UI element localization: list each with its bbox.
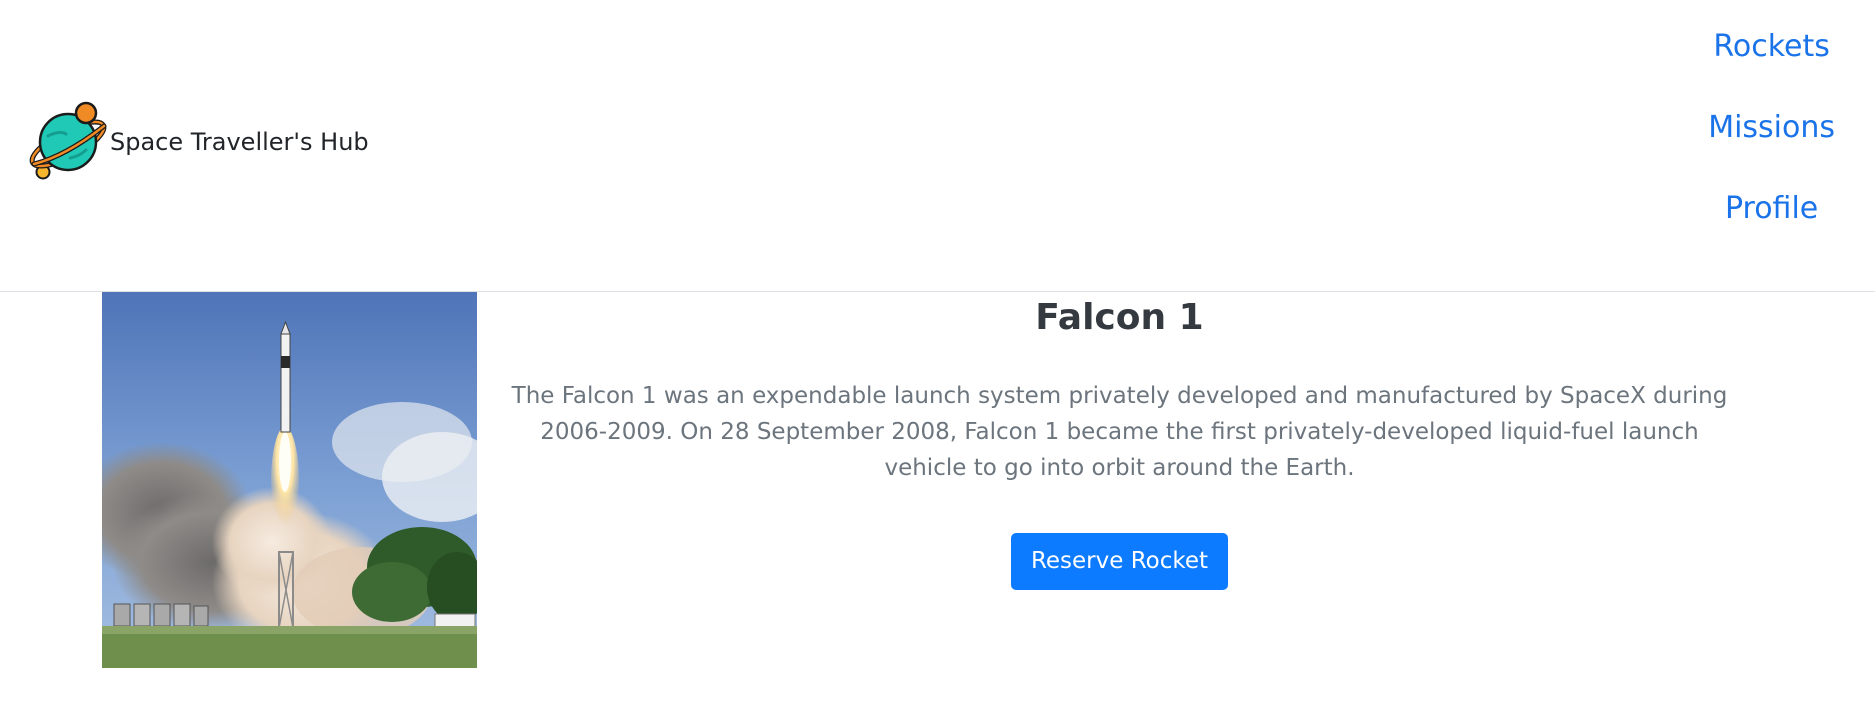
rocket-item: Falcon 1 The Falcon 1 was an expendable … xyxy=(102,292,1742,668)
rocket-description: The Falcon 1 was an expendable launch sy… xyxy=(511,383,1728,481)
planet-icon xyxy=(29,101,107,180)
reserve-rocket-button[interactable]: Reserve Rocket xyxy=(1010,533,1229,590)
brand-title: Space Traveller's Hub xyxy=(110,128,369,156)
nav-link-profile[interactable]: Profile xyxy=(1725,190,1818,228)
brand[interactable]: Space Traveller's Hub xyxy=(26,100,369,184)
rocket-details: Falcon 1 The Falcon 1 was an expendable … xyxy=(497,292,1742,590)
nav-link-rockets[interactable]: Rockets xyxy=(1713,28,1830,66)
rocket-launch-image xyxy=(102,292,477,668)
site-header: Space Traveller's Hub Rockets Missions P… xyxy=(0,0,1875,292)
nav-link-missions[interactable]: Missions xyxy=(1708,109,1835,147)
rocket-name: Falcon 1 xyxy=(1035,297,1204,338)
main-nav: Rockets Missions Profile xyxy=(1708,28,1835,271)
